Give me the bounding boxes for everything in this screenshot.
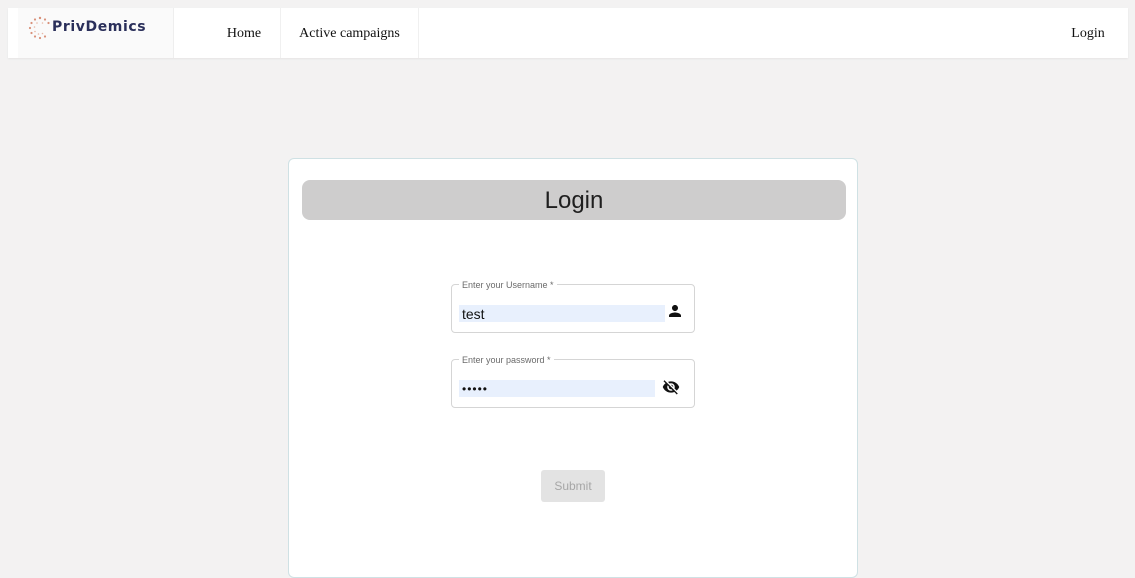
username-field[interactable]: Enter your Username * (451, 280, 695, 333)
page-background: PrivDemics Home Active campaigns Login L… (0, 0, 1135, 578)
login-title: Login (302, 180, 846, 220)
password-label: Enter your password * (459, 355, 554, 365)
nav-login-link[interactable]: Login (1058, 8, 1118, 58)
password-input[interactable] (459, 380, 655, 397)
eye-off-icon[interactable] (662, 378, 680, 396)
login-card: Login Enter your Username * Enter your p… (288, 158, 858, 578)
username-input[interactable] (459, 305, 665, 322)
submit-button[interactable]: Submit (541, 470, 605, 502)
logo-dots-icon (28, 16, 50, 40)
person-icon (669, 305, 681, 317)
username-label: Enter your Username * (459, 280, 557, 290)
brand-name: PrivDemics (52, 19, 147, 35)
nav-home-link[interactable]: Home (208, 8, 280, 58)
password-field[interactable]: Enter your password * (451, 355, 695, 408)
top-navbar: PrivDemics Home Active campaigns Login (8, 8, 1128, 58)
nav-active-campaigns-link[interactable]: Active campaigns (280, 8, 419, 58)
brand-logo[interactable]: PrivDemics (18, 8, 174, 58)
